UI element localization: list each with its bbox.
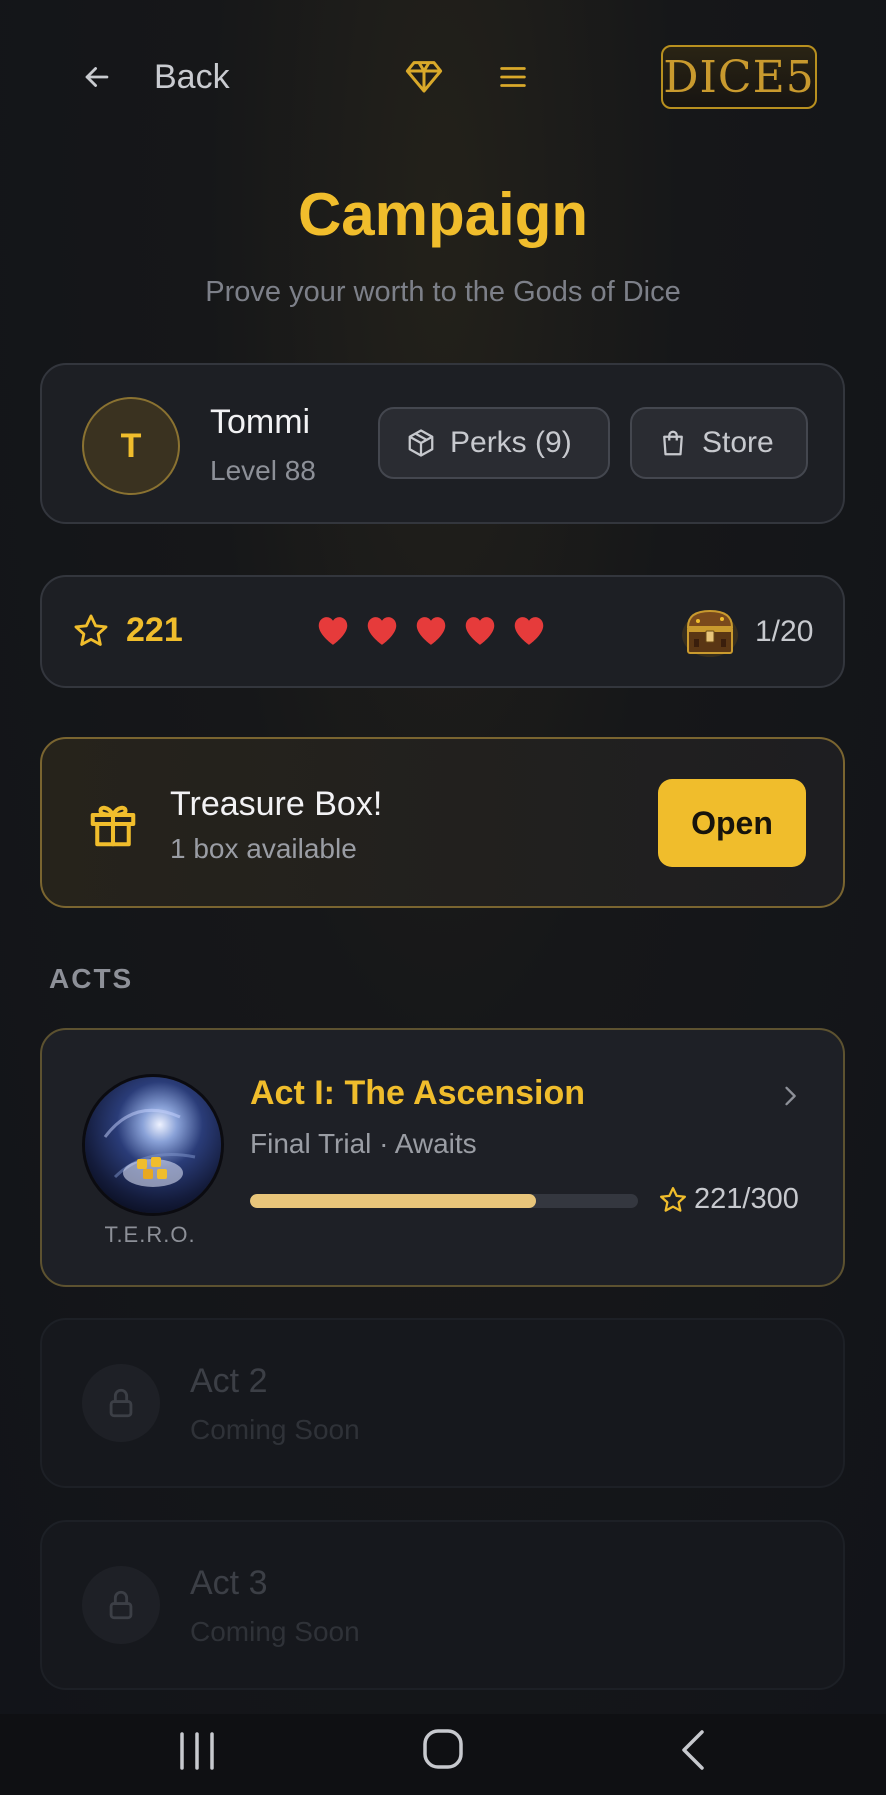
- menu-icon[interactable]: [496, 60, 530, 94]
- page-title: Campaign: [297, 181, 589, 248]
- recent-apps-icon[interactable]: [172, 1724, 222, 1784]
- act-2-title: Act 2: [190, 1362, 268, 1400]
- heart-icon: [465, 617, 495, 645]
- store-label: Store: [702, 426, 774, 459]
- act-1-artwork: [82, 1074, 224, 1216]
- star-icon: [74, 614, 108, 646]
- act-card-3: Act 3 Coming Soon: [40, 1520, 845, 1690]
- star-icon: [660, 1186, 686, 1212]
- arrow-left-icon: [85, 67, 109, 87]
- stats-card: 221 1/20: [40, 575, 845, 688]
- act-card-2: Act 2 Coming Soon: [40, 1318, 845, 1488]
- open-button[interactable]: Open: [658, 779, 806, 867]
- heart-icon: [367, 617, 397, 645]
- act-1-subtitle: Final Trial · Awaits: [250, 1128, 477, 1159]
- star-count-value: 221: [126, 611, 183, 649]
- act-1-caption: T.E.R.O.: [104, 1222, 196, 1247]
- diamond-icon[interactable]: [404, 56, 444, 96]
- perks-button[interactable]: Perks (9): [378, 407, 610, 479]
- gift-icon: [90, 805, 136, 847]
- act-2-subtitle: Coming Soon: [190, 1414, 360, 1445]
- back-button[interactable]: Back: [80, 52, 230, 102]
- avatar[interactable]: T: [82, 397, 180, 495]
- back-nav-icon[interactable]: [668, 1724, 718, 1784]
- system-nav-bar: [0, 1714, 886, 1795]
- act-1-progress-fill: [250, 1194, 536, 1208]
- treasure-subtitle: 1 box available: [170, 833, 357, 864]
- profile-card: T Tommi Level 88 Perks (9) Store: [40, 363, 845, 524]
- perks-label: Perks (9): [450, 426, 572, 459]
- lock-icon: [82, 1566, 160, 1644]
- act-3-subtitle: Coming Soon: [190, 1616, 360, 1647]
- lives-hearts: [314, 611, 548, 647]
- heart-icon: [318, 617, 348, 645]
- player-name: Tommi: [210, 403, 311, 441]
- heart-icon: [514, 617, 544, 645]
- star-count: 221: [72, 611, 183, 650]
- acts-section-label: ACTS: [49, 963, 134, 994]
- act-1-progress-bar: [250, 1194, 638, 1208]
- back-label: Back: [154, 57, 230, 96]
- store-button[interactable]: Store: [630, 407, 808, 479]
- home-icon[interactable]: [418, 1724, 468, 1784]
- act-1-score: 221/300: [658, 1183, 799, 1216]
- player-level: Level 88: [210, 455, 316, 486]
- treasure-title: Treasure Box!: [170, 785, 383, 823]
- dice5-logo: DICE 5: [661, 45, 817, 109]
- package-icon: [408, 429, 434, 457]
- chevron-right-icon: [785, 1086, 796, 1106]
- page-subtitle: Prove your worth to the Gods of Dice: [205, 276, 681, 308]
- act-3-title: Act 3: [190, 1564, 268, 1602]
- shopping-bag-icon: [663, 430, 683, 456]
- top-bar: Back DICE 5: [0, 0, 886, 150]
- act-1-title: Act I: The Ascension: [250, 1074, 586, 1112]
- treasure-chest-icon[interactable]: [682, 605, 738, 659]
- heart-icon: [416, 617, 446, 645]
- act-card-1[interactable]: T.E.R.O. Act I: The Ascension Final Tria…: [40, 1028, 845, 1287]
- act-1-score-value: 221/300: [694, 1183, 799, 1215]
- lock-icon: [82, 1364, 160, 1442]
- treasure-box-banner: Treasure Box! 1 box available Open: [40, 737, 845, 908]
- chest-count: 1/20: [755, 615, 814, 648]
